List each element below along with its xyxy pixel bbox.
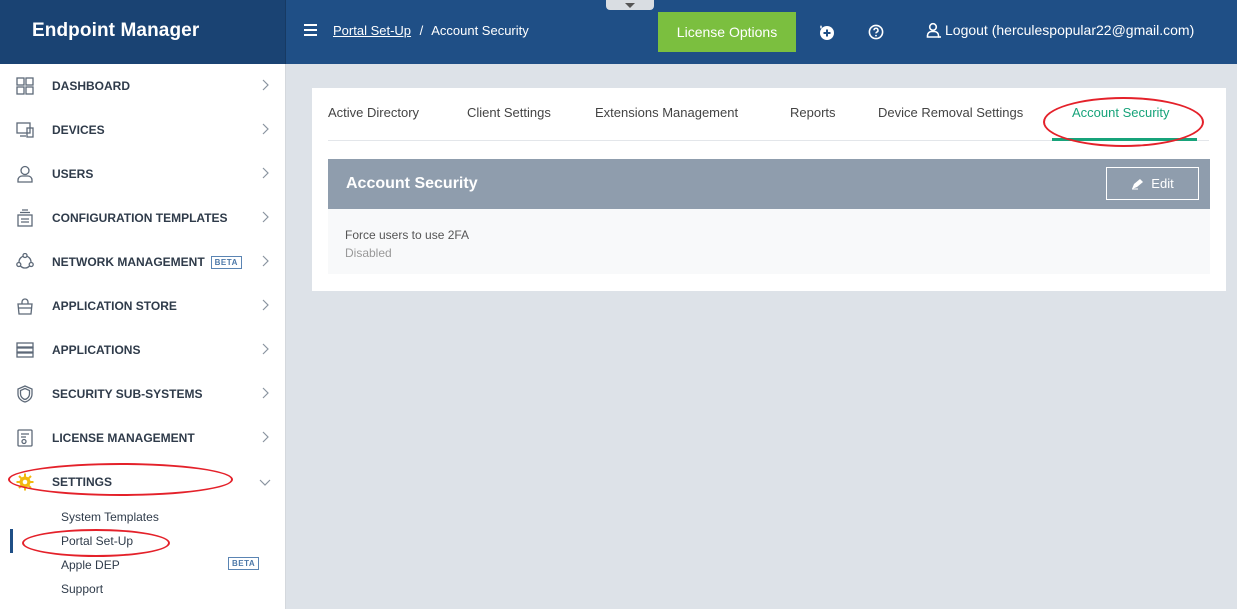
dashboard-icon	[16, 77, 34, 95]
sidebar-item-configuration-templates[interactable]: CONFIGURATION TEMPLATES	[0, 196, 285, 240]
license-icon	[17, 429, 33, 447]
chevron-right-icon	[262, 343, 269, 355]
sidebar-subitem-support[interactable]: Support	[0, 577, 285, 599]
caret-down-icon	[625, 3, 635, 8]
logout-label: Logout (herculespopular22@gmail.com)	[945, 22, 1195, 38]
sidebar-subitem-label: Portal Set-Up	[61, 534, 134, 548]
chevron-right-icon	[262, 299, 269, 311]
sidebar-item-applications[interactable]: APPLICATIONS	[0, 328, 285, 372]
section-title: Account Security	[346, 175, 478, 192]
tab-account-security[interactable]: Account Security	[1072, 105, 1170, 120]
gear-icon	[16, 473, 34, 491]
logout-link[interactable]: Logout (herculespopular22@gmail.com)	[926, 22, 1194, 38]
chevron-down-icon	[259, 479, 271, 486]
sidebar-subitem-apple-dep[interactable]: Apple DEP BETA	[0, 553, 285, 577]
breadcrumb-separator: /	[419, 23, 424, 38]
edit-button[interactable]: Edit	[1106, 167, 1199, 200]
add-circle-icon[interactable]	[819, 24, 835, 40]
chevron-right-icon	[262, 167, 269, 179]
chevron-right-icon	[262, 211, 269, 223]
brand-title: Endpoint Manager	[32, 20, 200, 41]
sidebar-item-dashboard[interactable]: DASHBOARD	[0, 64, 285, 108]
edit-button-label: Edit	[1151, 176, 1174, 191]
store-icon	[17, 298, 33, 315]
chevron-right-icon	[262, 255, 269, 267]
tab-active-directory[interactable]: Active Directory	[328, 105, 419, 120]
force-2fa-label: Force users to use 2FA	[345, 228, 470, 242]
sidebar-item-license-management[interactable]: LICENSE MANAGEMENT	[0, 416, 285, 460]
breadcrumb-portal-setup[interactable]: Portal Set-Up	[333, 23, 411, 38]
sidebar-item-label: DASHBOARD	[52, 79, 130, 93]
sidebar-item-settings[interactable]: SETTINGS	[0, 460, 285, 504]
sidebar-item-label: APPLICATIONS	[52, 343, 141, 357]
shield-icon	[17, 385, 33, 403]
chevron-right-icon	[262, 431, 269, 443]
sidebar-item-label: LICENSE MANAGEMENT	[52, 431, 195, 445]
sidebar-item-users[interactable]: USERS	[0, 152, 285, 196]
applications-icon	[16, 342, 34, 358]
sidebar-item-label: NETWORK MANAGEMENT BETA	[52, 255, 242, 269]
sidebar-subitem-system-templates[interactable]: System Templates	[0, 505, 285, 529]
sidebar-subitem-label: Support	[61, 582, 104, 596]
sidebar-item-label: USERS	[52, 167, 94, 181]
devices-icon	[16, 122, 34, 138]
chevron-right-icon	[262, 387, 269, 399]
sidebar-subitem-label: System Templates	[61, 510, 159, 524]
breadcrumb-current: Account Security	[431, 23, 529, 38]
pencil-icon	[1132, 179, 1144, 190]
tab-device-removal-settings[interactable]: Device Removal Settings	[878, 105, 1023, 120]
chevron-right-icon	[262, 123, 269, 135]
collapse-header-handle[interactable]	[606, 0, 654, 10]
section-body: Force users to use 2FA Disabled	[328, 209, 1210, 274]
sidebar-item-label: CONFIGURATION TEMPLATES	[52, 211, 228, 225]
brand[interactable]: Endpoint Manager	[0, 0, 286, 64]
sidebar-item-application-store[interactable]: APPLICATION STORE	[0, 284, 285, 328]
help-circle-icon[interactable]	[868, 24, 884, 40]
sidebar-item-security-sub-systems[interactable]: SECURITY SUB-SYSTEMS	[0, 372, 285, 416]
beta-badge: BETA	[228, 557, 260, 570]
sidebar-item-label: APPLICATION STORE	[52, 299, 177, 313]
section-header: Account Security Edit	[328, 159, 1210, 209]
chevron-right-icon	[262, 79, 269, 91]
sidebar-item-network-management[interactable]: NETWORK MANAGEMENT BETA	[0, 240, 285, 284]
license-options-button[interactable]: License Options	[658, 12, 796, 52]
sidebar-item-label: SECURITY SUB-SYSTEMS	[52, 387, 203, 401]
beta-badge: BETA	[210, 256, 242, 269]
sidebar-subitem-label: Apple DEP	[61, 558, 120, 572]
tab-extensions-management[interactable]: Extensions Management	[595, 105, 738, 120]
sidebar-item-label: DEVICES	[52, 123, 105, 137]
top-header: Endpoint Manager Portal Set-Up / Account…	[0, 0, 1237, 64]
sidebar-item-devices[interactable]: DEVICES	[0, 108, 285, 152]
sidebar-item-label: SETTINGS	[52, 475, 113, 489]
tab-client-settings[interactable]: Client Settings	[467, 105, 551, 120]
tab-reports[interactable]: Reports	[790, 105, 836, 120]
users-icon	[17, 165, 33, 183]
active-tab-indicator	[1052, 138, 1197, 141]
sidebar-subitem-portal-setup[interactable]: Portal Set-Up	[0, 529, 285, 553]
templates-icon	[17, 209, 33, 227]
network-management-text: NETWORK MANAGEMENT	[52, 255, 205, 269]
force-2fa-value: Disabled	[345, 246, 392, 260]
hamburger-menu-icon[interactable]	[304, 24, 317, 36]
breadcrumb: Portal Set-Up / Account Security	[333, 23, 529, 38]
network-icon	[16, 253, 34, 269]
user-icon	[926, 22, 941, 38]
sidebar: DASHBOARD DEVICES USERS CONFIGURATION TE…	[0, 64, 286, 609]
